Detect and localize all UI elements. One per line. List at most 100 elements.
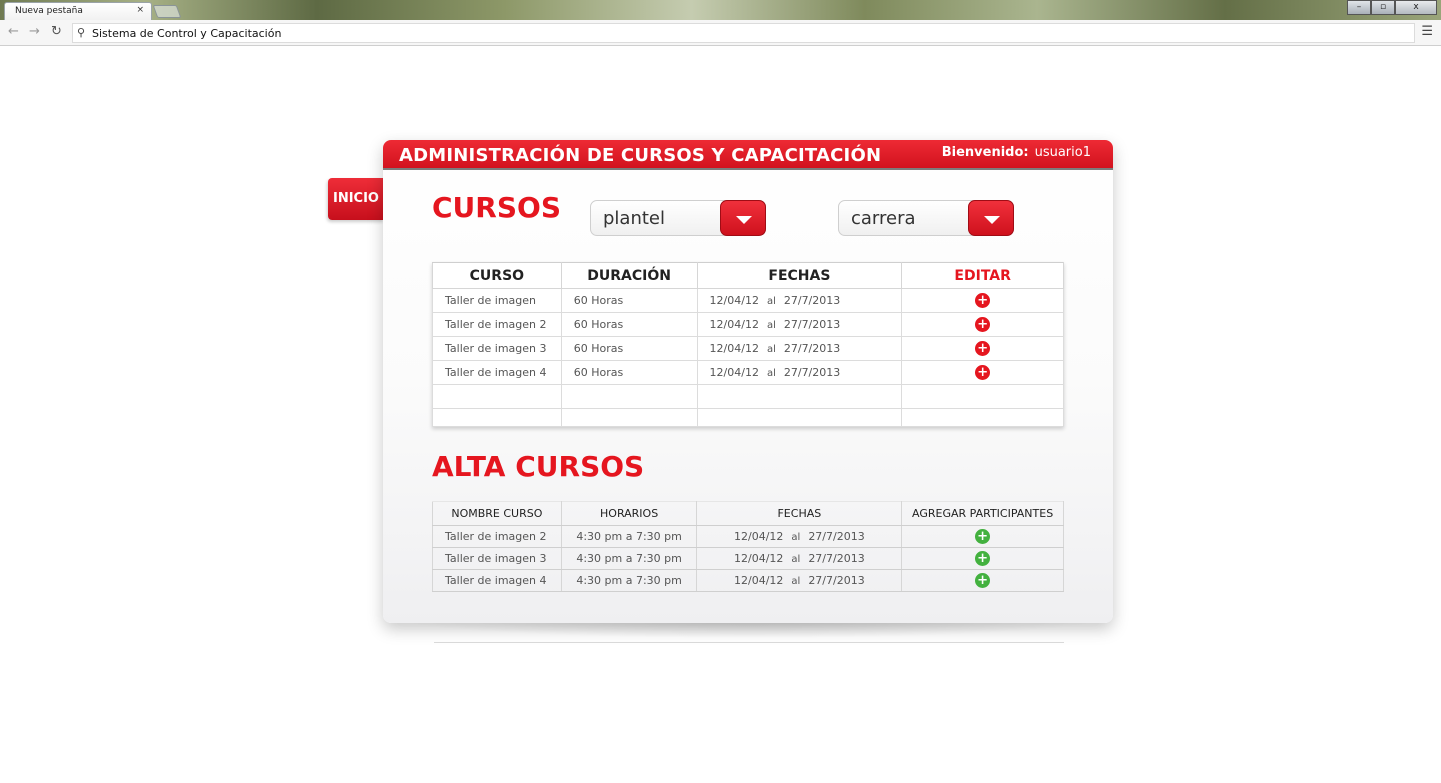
plantel-select[interactable]: plantel <box>590 200 766 236</box>
editar-cell: + <box>901 288 1064 313</box>
column-header-fechas: FECHAS <box>696 501 903 526</box>
minimize-button[interactable]: – <box>1347 0 1371 15</box>
duracion-cell: 60 Horas <box>560 360 698 385</box>
username: usuario1 <box>1034 145 1091 160</box>
browser-toolbar: ← → ↻ ⚲ Sistema de Control y Capacitació… <box>0 20 1441 46</box>
curso-cell: Taller de imagen 4 <box>432 360 562 385</box>
page-title: ADMINISTRACIÓN DE CURSOS Y CAPACITACIÓN <box>399 145 882 166</box>
editar-cell: + <box>901 336 1064 361</box>
fecha-inicio: 12/04/12 <box>709 294 759 307</box>
fechas-cell: 12/04/12 al 27/7/2013 <box>696 336 903 361</box>
edit-plus-icon[interactable]: + <box>975 341 991 356</box>
close-window-button[interactable]: x <box>1395 0 1437 15</box>
carrera-select-value: carrera <box>851 208 916 229</box>
table-row: Taller de imagen 4 60 Horas 12/04/12 al 27… <box>432 360 1064 385</box>
panel-header: ADMINISTRACIÓN DE CURSOS Y CAPACITACIÓN … <box>383 140 1113 170</box>
menu-icon[interactable]: ☰ <box>1421 24 1433 39</box>
fecha-separator: al <box>766 344 776 355</box>
add-participant-plus-icon[interactable]: + <box>975 529 991 544</box>
fecha-fin: 27/7/2013 <box>783 318 841 331</box>
table-row: Taller de imagen 3 4:30 pm a 7:30 pm 12/… <box>432 547 1064 570</box>
edit-plus-icon[interactable]: + <box>975 365 991 380</box>
browser-tab[interactable]: Nueva pestaña × <box>4 2 152 20</box>
alta-cursos-table: NOMBRE CURSO HORARIOS FECHAS AGREGAR PAR… <box>432 501 1064 592</box>
nombre-cell: Taller de imagen 2 <box>432 525 562 548</box>
divider <box>434 642 1064 643</box>
fecha-fin: 27/7/2013 <box>808 552 865 565</box>
duracion-cell: 60 Horas <box>560 336 698 361</box>
horario-cell: 4:30 pm a 7:30 pm <box>561 547 698 570</box>
fechas-cell: 12/04/12 al 27/7/2013 <box>696 547 903 570</box>
window-titlebar: Nueva pestaña × – ▫ x <box>0 0 1441 20</box>
inicio-tab[interactable]: INICIO <box>328 178 384 220</box>
column-header-agregar: AGREGAR PARTICIPANTES <box>901 501 1064 526</box>
carrera-select[interactable]: carrera <box>838 200 1014 236</box>
fecha-fin: 27/7/2013 <box>808 530 865 543</box>
fecha-separator: al <box>791 576 801 587</box>
fecha-separator: al <box>766 368 776 379</box>
edit-plus-icon[interactable]: + <box>975 317 991 332</box>
edit-plus-icon[interactable]: + <box>975 293 991 308</box>
column-header-editar: EDITAR <box>901 262 1064 289</box>
add-participant-plus-icon[interactable]: + <box>975 573 991 588</box>
fechas-cell: 12/04/12 al 27/7/2013 <box>696 312 903 337</box>
fecha-fin: 27/7/2013 <box>808 574 865 587</box>
horario-cell: 4:30 pm a 7:30 pm <box>561 569 698 592</box>
curso-cell: Taller de imagen <box>432 288 562 313</box>
fecha-inicio: 12/04/12 <box>734 574 784 587</box>
alta-cursos-title: ALTA CURSOS <box>432 450 645 483</box>
nombre-cell: Taller de imagen 3 <box>432 547 562 570</box>
fecha-inicio: 12/04/12 <box>709 366 759 379</box>
fecha-separator: al <box>766 320 776 331</box>
column-header-horarios: HORARIOS <box>561 501 698 526</box>
fecha-inicio: 12/04/12 <box>734 552 784 565</box>
table-header-row: CURSO DURACIÓN FECHAS EDITAR <box>432 262 1064 289</box>
cursos-table: CURSO DURACIÓN FECHAS EDITAR Taller de i… <box>432 262 1064 427</box>
fecha-separator: al <box>766 296 776 307</box>
fecha-separator: al <box>791 532 801 543</box>
forward-arrow-icon[interactable]: → <box>29 24 40 39</box>
main-panel: ADMINISTRACIÓN DE CURSOS Y CAPACITACIÓN … <box>383 140 1113 623</box>
column-header-duracion: DURACIÓN <box>560 262 698 289</box>
tab-title: Nueva pestaña <box>15 6 83 16</box>
fecha-fin: 27/7/2013 <box>783 294 841 307</box>
table-row: Taller de imagen 60 Horas 12/04/12 al 27/7… <box>432 288 1064 313</box>
editar-cell: + <box>901 360 1064 385</box>
reload-icon[interactable]: ↻ <box>51 24 62 39</box>
empty-table-row <box>432 408 1064 427</box>
fechas-cell: 12/04/12 al 27/7/2013 <box>696 360 903 385</box>
curso-cell: Taller de imagen 3 <box>432 336 562 361</box>
agregar-cell: + <box>901 525 1064 548</box>
add-participant-plus-icon[interactable]: + <box>975 551 991 566</box>
agregar-cell: + <box>901 569 1064 592</box>
address-bar[interactable]: ⚲ Sistema de Control y Capacitación <box>72 23 1415 43</box>
table-row: Taller de imagen 3 60 Horas 12/04/12 al 27… <box>432 336 1064 361</box>
empty-table-row <box>432 384 1064 409</box>
back-arrow-icon[interactable]: ← <box>8 24 19 39</box>
plantel-select-value: plantel <box>603 208 665 229</box>
duracion-cell: 60 Horas <box>560 312 698 337</box>
horario-cell: 4:30 pm a 7:30 pm <box>561 525 698 548</box>
search-icon: ⚲ <box>77 26 86 39</box>
tab-close-icon[interactable]: × <box>136 5 144 15</box>
table-row: Taller de imagen 2 60 Horas 12/04/12 al 27… <box>432 312 1064 337</box>
table-row: Taller de imagen 2 4:30 pm a 7:30 pm 12/… <box>432 525 1064 548</box>
address-text: Sistema de Control y Capacitación <box>92 27 282 40</box>
maximize-button[interactable]: ▫ <box>1371 0 1395 15</box>
fecha-fin: 27/7/2013 <box>783 342 841 355</box>
table-header-row: NOMBRE CURSO HORARIOS FECHAS AGREGAR PAR… <box>432 501 1064 526</box>
chevron-down-icon[interactable] <box>968 200 1014 236</box>
column-header-curso: CURSO <box>432 262 562 289</box>
welcome-message: Bienvenido: usuario1 <box>942 145 1091 160</box>
fecha-separator: al <box>791 554 801 565</box>
agregar-cell: + <box>901 547 1064 570</box>
new-tab-button[interactable] <box>152 5 182 18</box>
cursos-title: CURSOS <box>432 191 561 224</box>
chevron-down-icon[interactable] <box>720 200 766 236</box>
column-header-fechas: FECHAS <box>696 262 903 289</box>
fecha-inicio: 12/04/12 <box>734 530 784 543</box>
fecha-fin: 27/7/2013 <box>783 366 841 379</box>
duracion-cell: 60 Horas <box>560 288 698 313</box>
column-header-nombre: NOMBRE CURSO <box>432 501 562 526</box>
window-controls: – ▫ x <box>1347 0 1437 15</box>
